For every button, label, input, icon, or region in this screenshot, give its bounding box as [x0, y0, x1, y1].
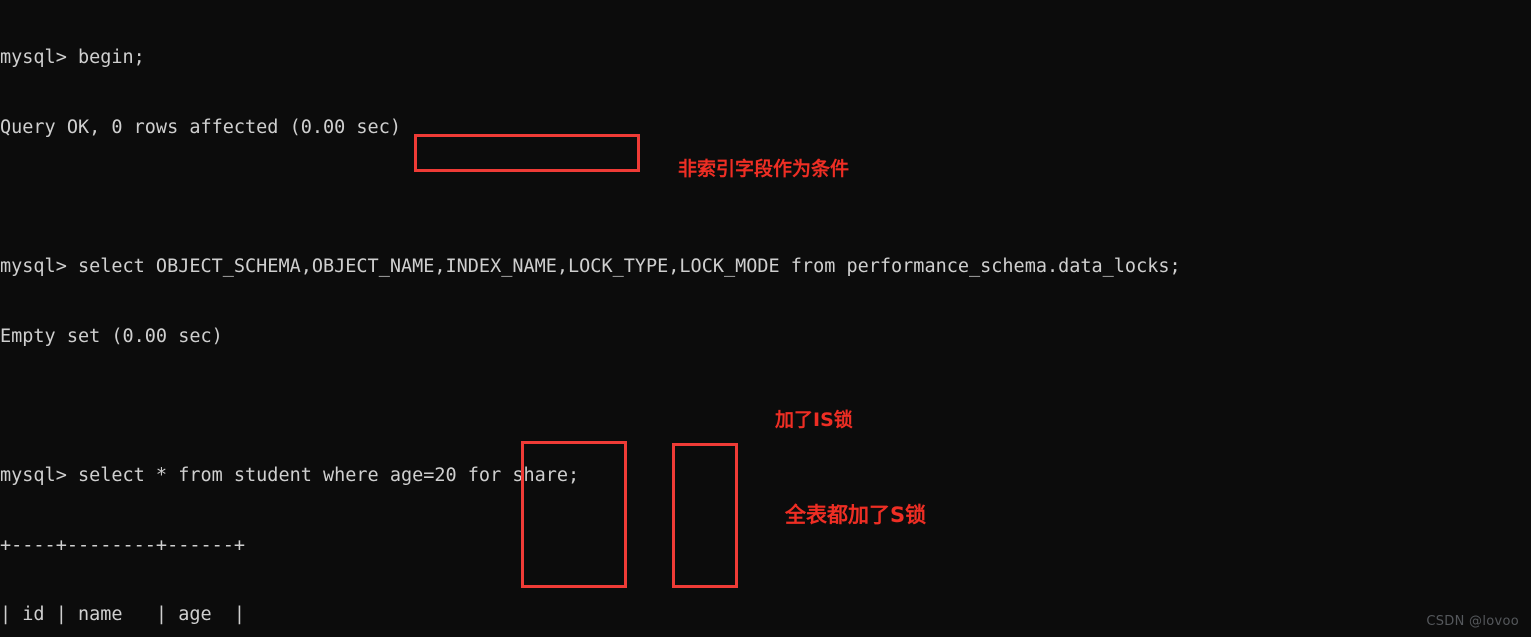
terminal-line: | id | name | age |	[0, 604, 246, 626]
terminal-line: +----+--------+------+	[0, 534, 246, 556]
annotation-where-clause: 非索引字段作为条件	[678, 158, 850, 180]
annotation-is-lock: 加了IS锁	[775, 409, 853, 431]
terminal-line: Empty set (0.00 sec)	[0, 325, 223, 347]
terminal-window: mysql> begin; Query OK, 0 rows affected …	[0, 0, 1531, 637]
terminal-line: Query OK, 0 rows affected (0.00 sec)	[0, 117, 401, 138]
watermark: CSDN @lovoo	[1426, 614, 1519, 629]
terminal-line: mysql> select * from student where age=2…	[0, 464, 580, 486]
terminal-line: mysql> select OBJECT_SCHEMA,OBJECT_NAME,…	[0, 256, 1181, 278]
terminal-line: mysql> begin;	[0, 47, 145, 69]
terminal-output[interactable]: mysql> begin; Query OK, 0 rows affected …	[0, 0, 1531, 637]
annotation-s-lock: 全表都加了S锁	[785, 503, 927, 527]
